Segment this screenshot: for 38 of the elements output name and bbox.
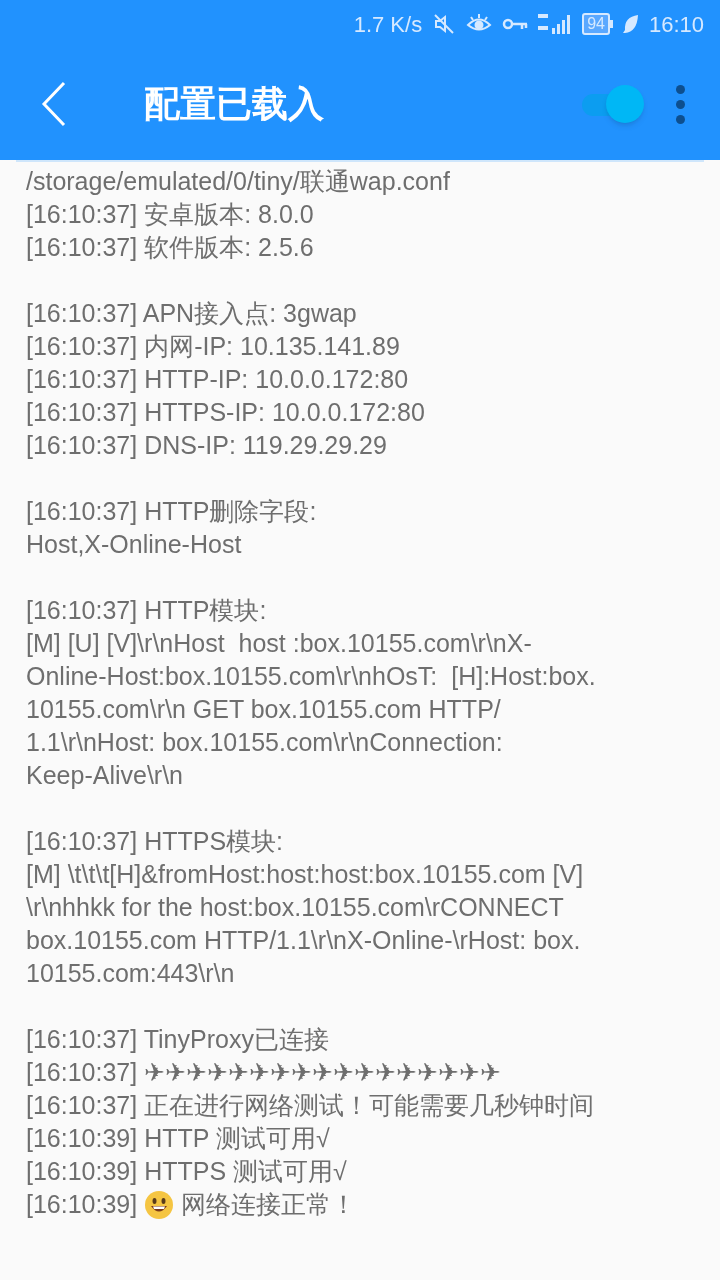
log-line: /storage/emulated/0/tiny/联通wap.conf (26, 166, 451, 197)
log-line: [16:10:39] HTTP 测试可用√ (26, 1123, 331, 1154)
log-line: [16:10:39] HTTPS 测试可用√ (26, 1156, 348, 1187)
log-line: [M] \t\t\t[H]&fromHost:host:host:box.10155.com [V] (26, 859, 585, 890)
log-line: [16:10:37] 内网-IP: 10.135.141.89 (26, 331, 401, 362)
log-line: [16:10:37] HTTP-IP: 10.0.0.172:80 (26, 364, 410, 395)
log-line: Host,X-Online-Host (26, 529, 243, 560)
more-button[interactable] (674, 84, 686, 124)
log-line: \r\nhhkk for the host:box.10155.com\rCONNECT (26, 892, 565, 923)
log-line: box.10155.com HTTP/1.1\r\nX-Online-\rHost: box. (26, 925, 582, 956)
log-line: [16:10:37] DNS-IP: 119.29.29.29 (26, 430, 388, 461)
log-line: [16:10:37] HTTPS-IP: 10.0.0.172:80 (26, 397, 426, 428)
back-icon (40, 80, 68, 128)
log-line: [16:10:37] 安卓版本: 8.0.0 (26, 199, 315, 230)
leaf-icon (622, 14, 639, 34)
log-line: 10155.com:443\r\n (26, 958, 236, 989)
smiley-icon (144, 1189, 175, 1220)
log-line: 1.1\r\nHost: box.10155.com\r\nConnection: (26, 727, 504, 758)
log-line: [16:10:37] HTTPS模块: (26, 826, 285, 857)
log-line: [16:10:37] TinyProxy已连接 (26, 1024, 330, 1055)
log-line: [M] [U] [V]\r\nHost host :box.10155.com\r\nX- (26, 628, 533, 659)
log-line: [16:10:37] APN接入点: 3gwap (26, 298, 358, 329)
key-icon (502, 17, 529, 31)
log-line: [16:10:37] 软件版本: 2.5.6 (26, 232, 315, 263)
battery-indicator: 94 (582, 13, 613, 35)
screen-title: 配置已载入 (144, 82, 324, 126)
log-line: Online-Host:box.10155.com\r\nhOsT: [H]:Host:box. (26, 661, 597, 692)
clock: 16:10 (648, 10, 704, 39)
log-line: [16:10:37] HTTP删除字段: (26, 496, 318, 527)
log-line: [16:10:37] ✈✈✈✈✈✈✈✈✈✈✈✈✈✈✈✈✈ (26, 1057, 503, 1088)
signal-icon (538, 12, 573, 36)
log-line: 10155.com\r\n GET box.10155.com HTTP/ (26, 694, 502, 725)
log-line: [16:10:39] 网络连接正常！ (26, 1188, 358, 1221)
toggle-switch[interactable] (580, 84, 644, 124)
log-line: [16:10:37] HTTP模块: (26, 595, 268, 626)
log-line: [16:10:37] 正在进行网络测试！可能需要几秒钟时间 (26, 1090, 596, 1121)
network-speed: 1.7 K/s (353, 10, 423, 39)
log-line: Keep-Alive\r\n (26, 760, 185, 791)
